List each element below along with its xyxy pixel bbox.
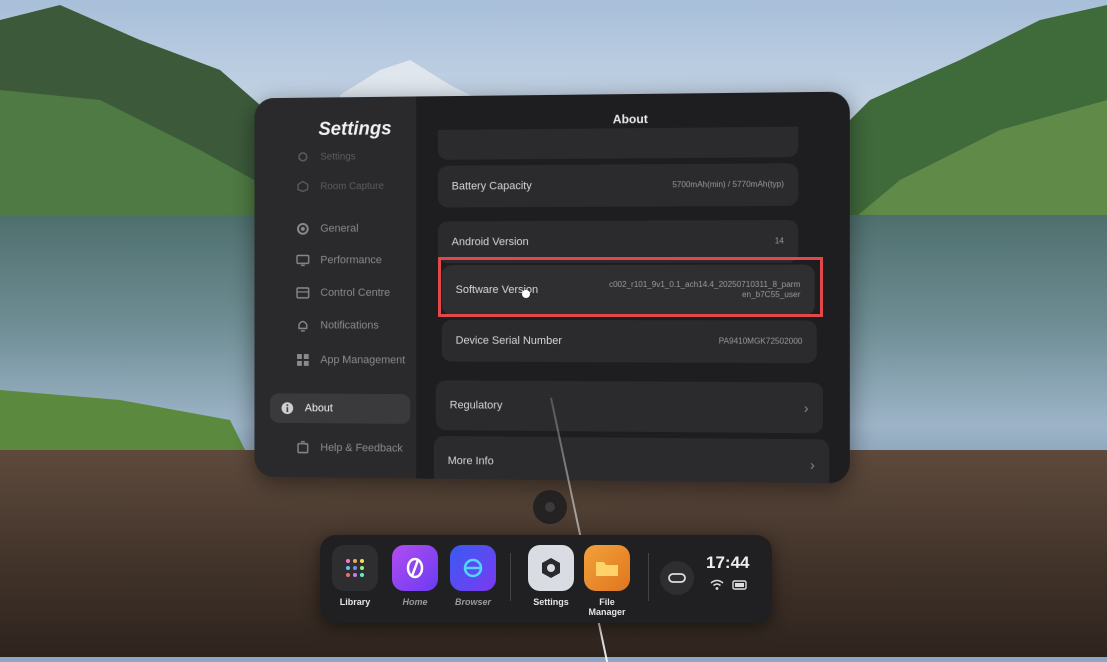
window-move-handle[interactable] bbox=[533, 490, 567, 524]
sidebar-item-label: Help & Feedback bbox=[320, 442, 402, 455]
home-icon bbox=[392, 545, 438, 591]
sidebar-item-app-management[interactable]: App Management bbox=[270, 345, 410, 375]
performance-icon bbox=[295, 252, 311, 268]
about-row-more-info[interactable]: More Info › bbox=[434, 436, 829, 483]
about-row-battery-capacity: Battery Capacity 5700mAh(min) / 5770mAh(… bbox=[438, 163, 798, 207]
dock-app-file-manager[interactable]: File Manager bbox=[582, 545, 632, 621]
row-label: Regulatory bbox=[450, 399, 503, 411]
library-icon bbox=[332, 545, 378, 591]
sidebar-item-notifications[interactable]: Notifications bbox=[270, 311, 410, 341]
chevron-right-icon: › bbox=[804, 400, 809, 416]
row-label: Battery Capacity bbox=[452, 180, 532, 192]
bell-icon bbox=[295, 318, 311, 334]
wifi-icon bbox=[710, 579, 724, 591]
row-value: 5700mAh(min) / 5770mAh(typ) bbox=[672, 180, 784, 191]
sidebar-item-label: Notifications bbox=[320, 320, 378, 332]
apps-grid-icon bbox=[295, 352, 311, 368]
headset-button[interactable] bbox=[660, 561, 694, 595]
sidebar-item-label: General bbox=[320, 223, 358, 235]
pointer-cursor bbox=[522, 290, 530, 298]
sidebar-item-control-centre[interactable]: Control Centre bbox=[270, 278, 410, 308]
sidebar-item-label: Performance bbox=[320, 254, 381, 266]
row-value: 14 bbox=[775, 236, 784, 246]
general-icon bbox=[295, 221, 311, 237]
room-capture-icon bbox=[295, 179, 311, 195]
battery-icon bbox=[732, 579, 748, 591]
sidebar-item-settings[interactable]: Settings bbox=[270, 141, 410, 172]
row-label: Device Serial Number bbox=[456, 335, 562, 347]
dock-divider bbox=[510, 553, 511, 601]
clock-time: 17:44 bbox=[706, 553, 749, 573]
about-row-regulatory[interactable]: Regulatory › bbox=[436, 380, 823, 433]
settings-sidebar: Settings Settings Room Capture General P… bbox=[254, 96, 416, 478]
sidebar-item-about[interactable]: About bbox=[270, 393, 410, 424]
about-row-partial bbox=[438, 127, 798, 160]
sidebar-item-label: Room Capture bbox=[320, 181, 383, 192]
settings-icon bbox=[295, 149, 311, 165]
help-icon bbox=[295, 440, 311, 456]
browser-icon bbox=[450, 545, 496, 591]
sidebar-item-label: Control Centre bbox=[320, 287, 390, 299]
folder-icon bbox=[584, 545, 630, 591]
sidebar-item-label: Settings bbox=[320, 151, 355, 162]
dock-app-library[interactable]: Library bbox=[330, 545, 380, 621]
sidebar-item-label: About bbox=[305, 402, 333, 414]
dock-app-home[interactable]: Home bbox=[390, 545, 440, 621]
chevron-right-icon: › bbox=[810, 457, 815, 473]
row-label: More Info bbox=[448, 455, 494, 467]
sidebar-item-room-capture[interactable]: Room Capture bbox=[270, 171, 410, 201]
sidebar-item-general[interactable]: General bbox=[270, 214, 410, 244]
dock-app-label: Settings bbox=[526, 597, 576, 607]
info-icon bbox=[280, 400, 295, 416]
dock-app-label: Home bbox=[390, 597, 440, 607]
dock-app-label: Library bbox=[330, 597, 380, 607]
dock-app-label: File Manager bbox=[582, 597, 632, 617]
sidebar-item-label: App Management bbox=[320, 354, 405, 366]
sidebar-item-performance[interactable]: Performance bbox=[270, 245, 410, 275]
dock-bar: Library Home Browser Settings File Manag… bbox=[320, 535, 772, 623]
about-row-device-serial-number: Device Serial Number PA9410MGK72502000 bbox=[442, 320, 817, 363]
dock-app-browser[interactable]: Browser bbox=[448, 545, 498, 621]
page-title: About bbox=[416, 110, 850, 128]
control-centre-icon bbox=[295, 285, 311, 301]
headset-icon bbox=[668, 572, 686, 584]
settings-title: Settings bbox=[318, 119, 391, 141]
sidebar-item-help-feedback[interactable]: Help & Feedback bbox=[270, 433, 410, 464]
dock-app-settings[interactable]: Settings bbox=[526, 545, 576, 621]
status-icons bbox=[710, 579, 748, 591]
highlight-box-software-version bbox=[438, 257, 823, 317]
settings-app-icon bbox=[528, 545, 574, 591]
row-label: Android Version bbox=[452, 236, 529, 248]
row-value: PA9410MGK72502000 bbox=[719, 336, 803, 346]
dock-app-label: Browser bbox=[448, 597, 498, 607]
dock-divider bbox=[648, 553, 649, 601]
